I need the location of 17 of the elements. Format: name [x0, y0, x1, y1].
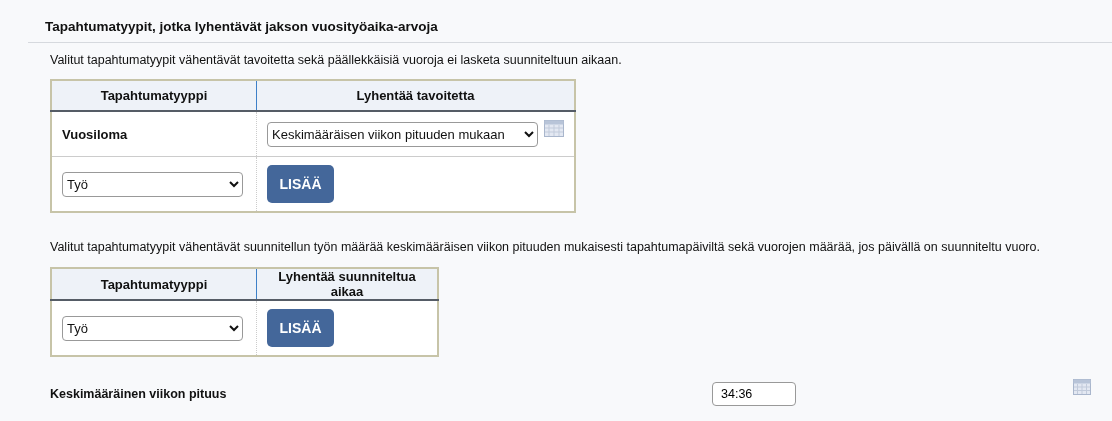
description: Valitut tapahtumatyypit vähentävät suunnitellun työn määrää keskimääräisen viikon pituuden mukaisesti tapahtumapäiviltä sekä vuorojen määrää, jos päivällä on suunniteltu vuoro.: [50, 240, 1041, 254]
description: Valitut tapahtumatyypit vähentävät tavoitetta sekä päällekkäisiä vuoroja ei lasketa suunniteltuun aikaan.: [50, 53, 623, 67]
section-title: Tapahtumatyypit, jotka lyhentävät jakson vuosityöaika-arvoja: [45, 19, 438, 34]
event-type-dropdown[interactable]: Työ: [62, 315, 243, 341]
column-header: Tapahtumatyyppi: [51, 80, 257, 111]
week-length-field[interactable]: 34:36: [712, 382, 796, 406]
column-header: Tapahtumatyyppi: [51, 268, 257, 300]
column-header: Lyhentää suunniteltua aikaa: [256, 268, 438, 300]
calendar-icon[interactable]: [544, 119, 564, 137]
column-header: Lyhentää tavoitetta: [256, 80, 575, 111]
reduction-dropdown[interactable]: Keskimääräisen viikon pituuden mukaan: [267, 121, 538, 147]
event-type-name: Vuosiloma: [62, 126, 128, 142]
add-button[interactable]: LISÄÄ: [267, 309, 334, 347]
field-label: Keskimääräinen viikon pituus: [50, 387, 228, 401]
calendar-icon[interactable]: [1073, 379, 1091, 395]
add-button[interactable]: LISÄÄ: [267, 165, 334, 203]
event-type-dropdown[interactable]: Työ: [62, 171, 243, 197]
